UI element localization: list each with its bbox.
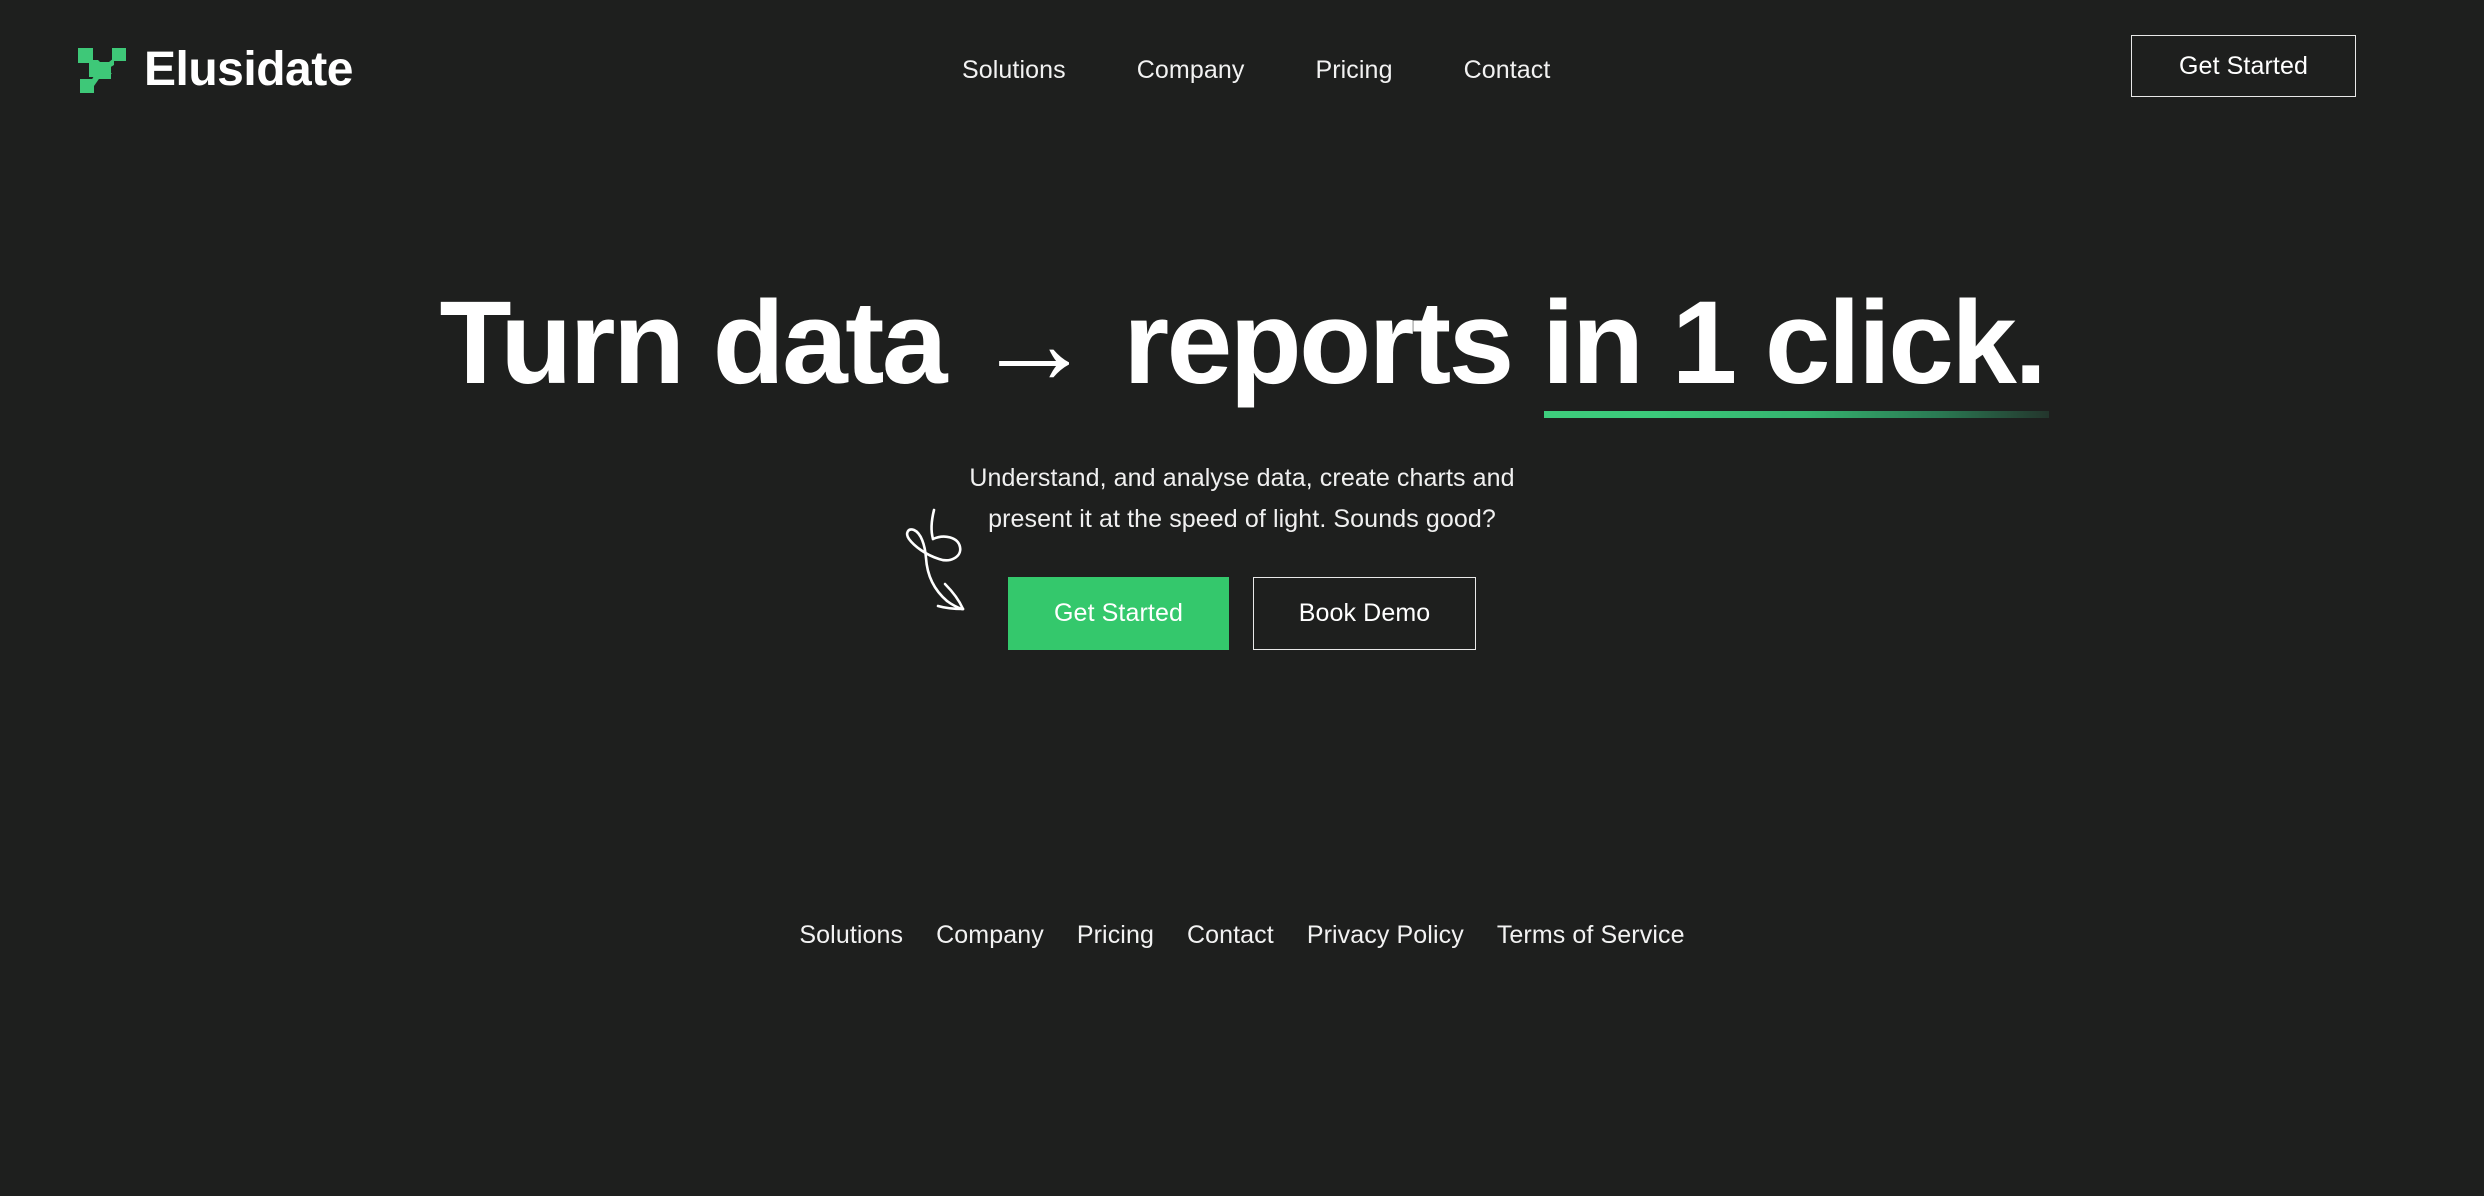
- hero-subtitle: Understand, and analyse data, create cha…: [0, 458, 2484, 539]
- hero-get-started-button[interactable]: Get Started: [1008, 577, 1229, 650]
- nav-item-contact[interactable]: Contact: [1464, 56, 1551, 85]
- footer-link-privacy-policy[interactable]: Privacy Policy: [1307, 921, 1464, 950]
- footer-link-company[interactable]: Company: [936, 921, 1044, 950]
- site-footer: Solutions Company Pricing Contact Privac…: [0, 921, 2484, 950]
- headline-part-2: reports: [1093, 277, 1542, 409]
- elusidate-node-mark-icon: [78, 46, 128, 94]
- brand-logo[interactable]: Elusidate: [78, 46, 353, 94]
- landing-page: Elusidate Solutions Company Pricing Cont…: [0, 0, 2484, 1196]
- hero-book-demo-button[interactable]: Book Demo: [1253, 577, 1476, 650]
- headline-part-1: Turn data: [439, 277, 976, 409]
- brand-name: Elusidate: [144, 43, 353, 96]
- right-arrow-icon: →: [975, 277, 1094, 409]
- hero-subtitle-line-2: present it at the speed of light. Sounds…: [988, 504, 1496, 533]
- hero-subtitle-line-1: Understand, and analyse data, create cha…: [969, 464, 1515, 492]
- hero-cta-row: Get Started Book Demo: [0, 577, 2484, 650]
- nav-item-solutions[interactable]: Solutions: [962, 56, 1066, 85]
- site-header: Elusidate Solutions Company Pricing Cont…: [0, 0, 2484, 148]
- footer-link-terms-of-service[interactable]: Terms of Service: [1497, 921, 1685, 950]
- headline-accent: in 1 click.: [1541, 277, 2049, 418]
- page-title: Turn data → reports in 1 click.: [0, 277, 2484, 418]
- footer-link-contact[interactable]: Contact: [1187, 921, 1274, 950]
- footer-link-solutions[interactable]: Solutions: [799, 921, 903, 950]
- nav-item-pricing[interactable]: Pricing: [1315, 56, 1392, 85]
- header-get-started-button[interactable]: Get Started: [2131, 35, 2356, 97]
- nav-item-company[interactable]: Company: [1137, 56, 1245, 85]
- hero-section: Turn data → reports in 1 click. Understa…: [0, 0, 2484, 1196]
- footer-link-pricing[interactable]: Pricing: [1077, 921, 1154, 950]
- primary-nav: Solutions Company Pricing Contact: [962, 56, 1550, 85]
